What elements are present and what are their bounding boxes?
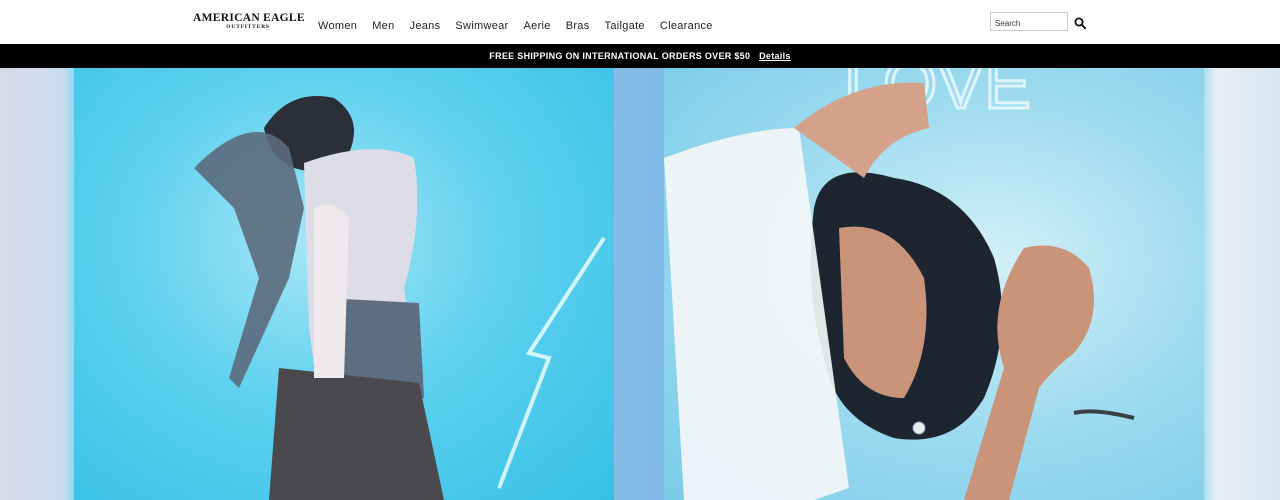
search-input[interactable] — [995, 15, 1067, 32]
promo-banner: FREE SHIPPING ON INTERNATIONAL ORDERS OV… — [0, 44, 1280, 68]
hero-image-men[interactable] — [74, 68, 614, 500]
hero-banner[interactable]: LOVE — [0, 68, 1280, 500]
nav-item-bras[interactable]: Bras — [566, 20, 590, 32]
brand-sub: OUTFITTERS — [226, 24, 270, 30]
hero-image-women[interactable]: LOVE — [664, 68, 1204, 500]
promo-details-link[interactable]: Details — [759, 51, 791, 61]
nav-item-aerie[interactable]: Aerie — [524, 20, 551, 32]
nav-item-swimwear[interactable]: Swimwear — [455, 20, 508, 32]
nav-item-tailgate[interactable]: Tailgate — [605, 20, 645, 32]
nav-item-clearance[interactable]: Clearance — [660, 20, 713, 32]
promo-text: FREE SHIPPING ON INTERNATIONAL ORDERS OV… — [489, 51, 751, 61]
main-nav: Women Men Jeans Swimwear Aerie Bras Tail… — [318, 20, 728, 32]
nav-item-women[interactable]: Women — [318, 20, 357, 32]
brand-name: AMERICAN EAGLE — [193, 12, 305, 24]
nav-item-jeans[interactable]: Jeans — [410, 20, 441, 32]
search-box — [990, 12, 1068, 32]
site-header: AMERICAN EAGLE OUTFITTERS Women Men Jean… — [0, 0, 1280, 44]
nav-item-men[interactable]: Men — [372, 20, 394, 32]
search-icon[interactable] — [1074, 16, 1086, 29]
brand-logo[interactable]: AMERICAN EAGLE OUTFITTERS — [193, 12, 305, 34]
